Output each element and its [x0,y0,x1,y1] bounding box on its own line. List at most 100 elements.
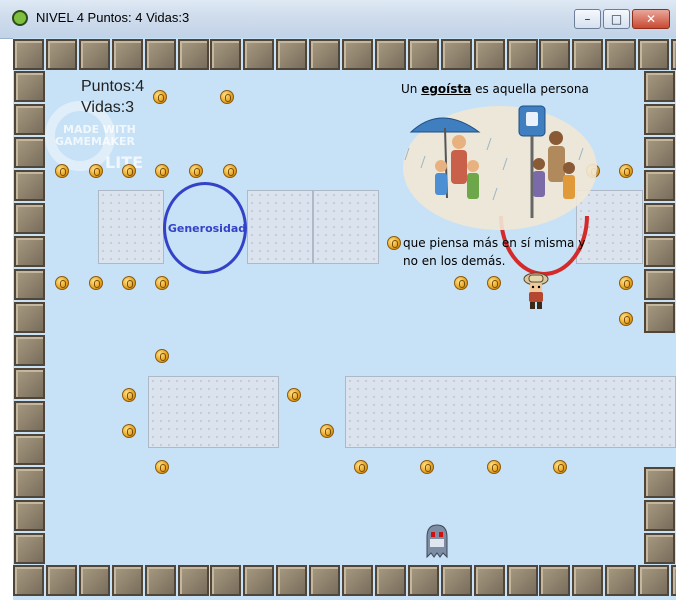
window-titlebar[interactable]: NIVEL 4 Puntos: 4 Vidas:3 – □ ✕ [0,0,676,39]
dialog-text: es aquella persona [471,82,589,96]
coin-icon[interactable] [89,164,103,178]
stone-block-icon [407,565,439,596]
maximize-button[interactable]: □ [603,9,630,29]
coin-icon[interactable] [122,276,136,290]
coin-icon[interactable] [487,276,501,290]
dialog-line-1: Un egoísta es aquella persona [401,82,589,96]
stone-block-icon [14,170,45,201]
stone-block-icon [644,71,675,102]
stone-block-icon [14,335,45,366]
stone-block-icon [14,269,45,300]
watermark-line: GAMEMAKER [55,135,135,148]
stone-block-icon [78,39,110,70]
stone-block-icon [14,368,45,399]
stone-block-icon [14,236,45,267]
dialog-keyword: egoísta [421,82,472,96]
stone-block-icon [638,39,670,70]
stone-block-icon [111,39,143,70]
stone-block-icon [210,39,242,70]
dialog-text: Un [401,82,422,96]
stone-block-icon [14,203,45,234]
lives-counter: Vidas:3 [81,99,135,116]
stone-block-icon [45,565,77,596]
coin-icon[interactable] [487,460,501,474]
target-word: Generosidad [167,222,247,235]
coin-icon[interactable] [55,164,69,178]
stone-block-icon [644,269,675,300]
stone-block-icon [644,104,675,135]
stone-block-icon [572,565,604,596]
stone-block-icon [644,170,675,201]
stone-block-icon [309,565,341,596]
player-explorer-icon[interactable] [523,271,549,311]
stone-block-icon [45,39,77,70]
stone-block-icon [644,137,675,168]
window-title: NIVEL 4 Puntos: 4 Vidas:3 [36,10,190,25]
coin-icon[interactable] [287,388,301,402]
coin-icon[interactable] [89,276,103,290]
stone-block-icon [539,565,571,596]
coin-icon[interactable] [122,164,136,178]
stone-block-icon [14,302,45,333]
coin-icon[interactable] [220,90,234,104]
coin-icon[interactable] [354,460,368,474]
stone-block-icon [13,39,44,70]
stone-block-icon [14,104,45,135]
ice-block-panel [148,376,279,448]
stone-block-icon [506,39,538,70]
coin-icon[interactable] [155,276,169,290]
stone-block-icon [440,565,472,596]
coin-icon[interactable] [189,164,203,178]
stone-block-icon [440,39,472,70]
stone-block-icon [13,565,44,596]
coin-icon[interactable] [155,164,169,178]
stone-block-icon [644,467,675,498]
coin-icon[interactable] [55,276,69,290]
stone-block-icon [243,39,275,70]
stone-block-icon [572,39,604,70]
stone-block-icon [473,565,505,596]
dialog-line-3: no en los demás. [403,254,506,268]
ghost-enemy-icon[interactable] [425,523,449,559]
coin-icon[interactable] [320,424,334,438]
stone-block-icon [14,401,45,432]
stone-block-icon [276,565,308,596]
ice-block-panel [98,190,164,264]
dialog-line-2: que piensa más en sí misma y [403,236,586,250]
umbrella-family-illustration [403,105,597,230]
stone-block-icon [644,533,675,564]
coin-icon[interactable] [122,388,136,402]
stone-block-icon [644,302,675,333]
stone-block-icon [144,39,176,70]
close-button[interactable]: ✕ [632,9,670,29]
game-canvas[interactable]: MADE WITH GAMEMAKER LITE Puntos:4 Vidas:… [13,38,676,600]
stone-block-icon [14,71,45,102]
stone-block-icon [644,203,675,234]
coin-icon[interactable] [619,164,633,178]
stone-block-icon [243,565,275,596]
coin-icon[interactable] [454,276,468,290]
coin-icon[interactable] [153,90,167,104]
stone-block-icon [14,533,45,564]
stone-block-icon [14,500,45,531]
coin-icon[interactable] [420,460,434,474]
stone-block-icon [144,565,176,596]
coin-icon[interactable] [553,460,567,474]
coin-icon[interactable] [223,164,237,178]
minimize-button[interactable]: – [574,9,601,29]
stone-block-icon [605,39,637,70]
stone-block-icon [342,565,373,596]
points-counter: Puntos:4 [81,78,145,95]
coin-icon[interactable] [155,460,169,474]
coin-icon[interactable] [387,236,401,250]
coin-icon[interactable] [122,424,136,438]
coin-icon[interactable] [155,349,169,363]
stone-block-icon [407,39,439,70]
coin-icon[interactable] [619,312,633,326]
stone-block-icon [638,565,670,596]
coin-icon[interactable] [619,276,633,290]
stone-block-icon [644,500,675,531]
stone-block-icon [14,467,45,498]
stone-block-icon [276,39,308,70]
stone-block-icon [539,39,571,70]
